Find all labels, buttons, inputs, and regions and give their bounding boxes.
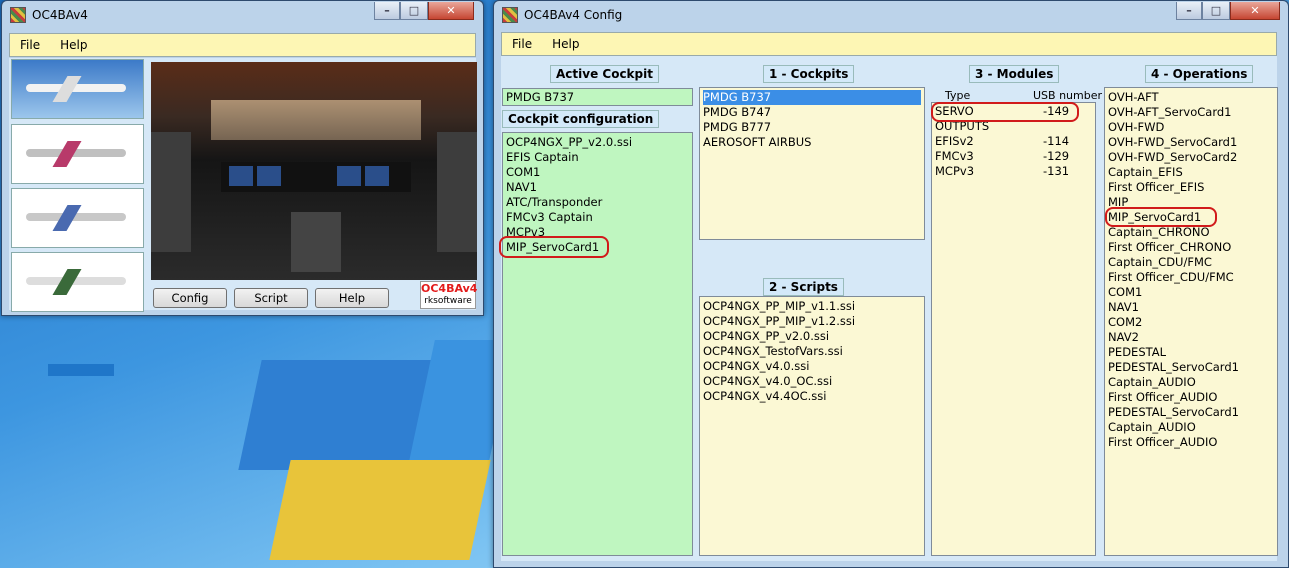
list-item[interactable]: PMDG B777 — [703, 120, 921, 135]
list-item[interactable]: Captain_CDU/FMC — [1108, 255, 1274, 270]
menu-file[interactable]: File — [10, 38, 50, 52]
menu-help[interactable]: Help — [542, 37, 589, 51]
desktop-logo-shape-3 — [269, 460, 491, 560]
list-item[interactable]: PEDESTAL_ServoCard1 — [1108, 405, 1274, 420]
menu-file[interactable]: File — [502, 37, 542, 51]
cockpits-header: 1 - Cockpits — [763, 65, 855, 83]
list-item[interactable]: FMCv3 Captain — [506, 210, 689, 225]
list-item[interactable]: COM2 — [1108, 315, 1274, 330]
operations-header: 4 - Operations — [1145, 65, 1254, 83]
list-item[interactable]: Captain_EFIS — [1108, 165, 1274, 180]
modules-col-type: Type — [945, 89, 971, 102]
list-item[interactable]: PMDG B747 — [703, 105, 921, 120]
module-row[interactable]: MCPv3 -131 — [935, 164, 1092, 179]
list-item[interactable]: OVH-AFT_ServoCard1 — [1108, 105, 1274, 120]
cockpit-configuration-header: Cockpit configuration — [502, 110, 660, 128]
main-client-area: Config Script Help OC4BAv4 rksoftware — [9, 58, 478, 312]
main-titlebar: OC4BAv4 – □ ✕ — [2, 1, 483, 29]
list-item[interactable]: First Officer_CDU/FMC — [1108, 270, 1274, 285]
config-titlebar: OC4BAv4 Config – □ ✕ — [494, 1, 1288, 29]
active-cockpit-header: Active Cockpit — [550, 65, 659, 83]
operations-list[interactable]: OVH-AFT OVH-AFT_ServoCard1 OVH-FWD OVH-F… — [1104, 87, 1278, 556]
minimize-button[interactable]: – — [1176, 2, 1202, 20]
list-item[interactable]: First Officer_AUDIO — [1108, 390, 1274, 405]
maximize-button[interactable]: □ — [400, 2, 428, 20]
brand-logo: OC4BAv4 rksoftware — [420, 281, 478, 309]
help-button[interactable]: Help — [315, 288, 389, 308]
active-cockpit-field: PMDG B737 — [502, 88, 693, 106]
script-button[interactable]: Script — [234, 288, 308, 308]
list-item[interactable]: OCP4NGX_v4.0_OC.ssi — [703, 374, 921, 389]
list-item[interactable]: OCP4NGX_PP_v2.0.ssi — [506, 135, 689, 150]
close-button[interactable]: ✕ — [428, 2, 474, 20]
list-item[interactable]: PEDESTAL_ServoCard1 — [1108, 360, 1274, 375]
maximize-button[interactable]: □ — [1202, 2, 1230, 20]
list-item[interactable]: OCP4NGX_v4.4OC.ssi — [703, 389, 921, 404]
list-item[interactable]: EFIS Captain — [506, 150, 689, 165]
menu-help[interactable]: Help — [50, 38, 97, 52]
highlight-circle-servo — [931, 102, 1079, 122]
list-item[interactable]: NAV1 — [1108, 300, 1274, 315]
list-item[interactable]: OCP4NGX_TestofVars.ssi — [703, 344, 921, 359]
desktop-taskbar-fragment — [48, 364, 114, 376]
main-window-title: OC4BAv4 — [32, 8, 88, 22]
scripts-list[interactable]: OCP4NGX_PP_MIP_v1.1.ssi OCP4NGX_PP_MIP_v… — [699, 296, 925, 556]
list-item[interactable]: PEDESTAL — [1108, 345, 1274, 360]
list-item[interactable]: OVH-FWD — [1108, 120, 1274, 135]
config-menubar: File Help — [501, 32, 1277, 56]
list-item[interactable]: AEROSOFT AIRBUS — [703, 135, 921, 150]
modules-list[interactable]: SERVO -149 OUTPUTS EFISv2 -114 FMCv3 -129 M… — [931, 102, 1096, 556]
plane-thumbnail-2[interactable] — [11, 124, 144, 184]
highlight-circle-mip-servocard — [499, 236, 609, 258]
list-item[interactable]: COM1 — [506, 165, 689, 180]
list-item[interactable]: First Officer_AUDIO — [1108, 435, 1274, 450]
list-item[interactable]: ATC/Transponder — [506, 195, 689, 210]
list-item[interactable]: OVH-AFT — [1108, 90, 1274, 105]
config-window-title: OC4BAv4 Config — [524, 8, 623, 22]
modules-header: 3 - Modules — [969, 65, 1060, 83]
list-item[interactable]: COM1 — [1108, 285, 1274, 300]
list-item[interactable]: Captain_AUDIO — [1108, 375, 1274, 390]
module-row[interactable]: FMCv3 -129 — [935, 149, 1092, 164]
list-item[interactable]: NAV1 — [506, 180, 689, 195]
list-item[interactable]: First Officer_CHRONO — [1108, 240, 1274, 255]
list-item[interactable]: OCP4NGX_PP_MIP_v1.2.ssi — [703, 314, 921, 329]
modules-col-usb: USB number — [1033, 89, 1103, 102]
cockpit-image — [151, 62, 477, 280]
list-item[interactable]: OVH-FWD_ServoCard2 — [1108, 150, 1274, 165]
list-item[interactable]: Captain_AUDIO — [1108, 420, 1274, 435]
app-icon — [10, 7, 26, 23]
module-row[interactable]: EFISv2 -114 — [935, 134, 1092, 149]
active-cockpit-value: PMDG B737 — [506, 90, 575, 104]
cockpits-list[interactable]: PMDG B737 PMDG B747 PMDG B777 AEROSOFT A… — [699, 87, 925, 240]
plane-thumbnail-1[interactable] — [11, 59, 144, 119]
minimize-button[interactable]: – — [374, 2, 400, 20]
plane-thumbnail-4[interactable] — [11, 252, 144, 312]
brand-name: OC4BAv4 — [421, 282, 478, 295]
scripts-header: 2 - Scripts — [763, 278, 844, 296]
list-item[interactable]: OCP4NGX_v4.0.ssi — [703, 359, 921, 374]
list-item[interactable]: OCP4NGX_PP_v2.0.ssi — [703, 329, 921, 344]
main-menubar: File Help — [9, 33, 476, 57]
list-item-selected[interactable]: PMDG B737 — [703, 90, 921, 105]
app-icon — [502, 7, 518, 23]
highlight-circle-mip-servocard-op — [1105, 207, 1217, 227]
main-window: OC4BAv4 – □ ✕ File Help Config Script He… — [1, 0, 484, 316]
config-window: OC4BAv4 Config – □ ✕ File Help Active Co… — [493, 0, 1289, 568]
desktop-logo-shape-1 — [238, 360, 432, 470]
cockpit-configuration-list[interactable]: OCP4NGX_PP_v2.0.ssi EFIS Captain COM1 NA… — [502, 132, 693, 556]
close-button[interactable]: ✕ — [1230, 2, 1280, 20]
list-item[interactable]: Captain_CHRONO — [1108, 225, 1274, 240]
list-item[interactable]: OVH-FWD_ServoCard1 — [1108, 135, 1274, 150]
plane-thumbnail-3[interactable] — [11, 188, 144, 248]
list-item[interactable]: First Officer_EFIS — [1108, 180, 1274, 195]
list-item[interactable]: NAV2 — [1108, 330, 1274, 345]
brand-publisher: rksoftware — [424, 296, 472, 306]
config-button[interactable]: Config — [153, 288, 227, 308]
list-item[interactable]: OCP4NGX_PP_MIP_v1.1.ssi — [703, 299, 921, 314]
